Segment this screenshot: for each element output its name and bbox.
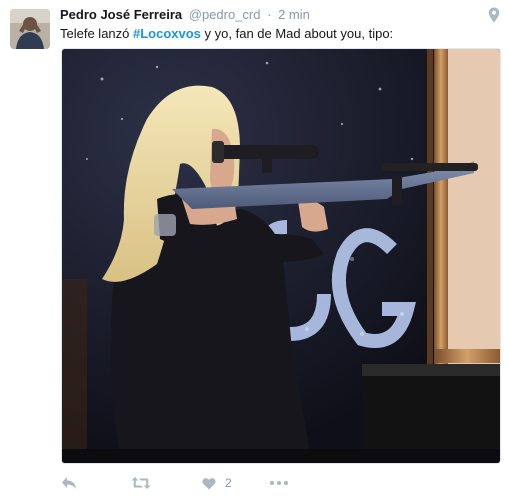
tweet-text: Telefe lanzó #Locoxvos y yo, fan de Mad … [60, 26, 393, 42]
author-name[interactable]: Pedro José Ferreira [60, 7, 182, 22]
heart-icon [202, 477, 216, 490]
tweet-actions: 2 [61, 474, 501, 492]
tweet-media-photo[interactable] [61, 48, 501, 464]
more-button[interactable] [270, 474, 288, 492]
tweet-header: Pedro José Ferreira @pedro_crd · 2 min [60, 7, 310, 22]
like-count: 2 [225, 476, 232, 490]
hashtag-link[interactable]: #Locoxvos [133, 26, 201, 41]
reply-button[interactable] [61, 474, 77, 492]
avatar[interactable] [10, 9, 50, 49]
location-pin-icon[interactable] [488, 7, 500, 23]
retweet-button[interactable] [131, 474, 151, 492]
timestamp[interactable]: 2 min [278, 7, 310, 22]
reply-icon [61, 476, 77, 490]
tweet-text-part: Telefe lanzó [60, 26, 133, 41]
tweet-text-part: y yo, fan de Mad about you, tipo: [200, 26, 394, 41]
retweet-icon [131, 476, 151, 490]
author-handle[interactable]: @pedro_crd [189, 7, 261, 22]
tweet-card: Pedro José Ferreira @pedro_crd · 2 min T… [0, 0, 509, 499]
separator-dot: · [267, 7, 272, 22]
more-dots-icon [270, 481, 288, 485]
like-button[interactable]: 2 [202, 474, 232, 492]
